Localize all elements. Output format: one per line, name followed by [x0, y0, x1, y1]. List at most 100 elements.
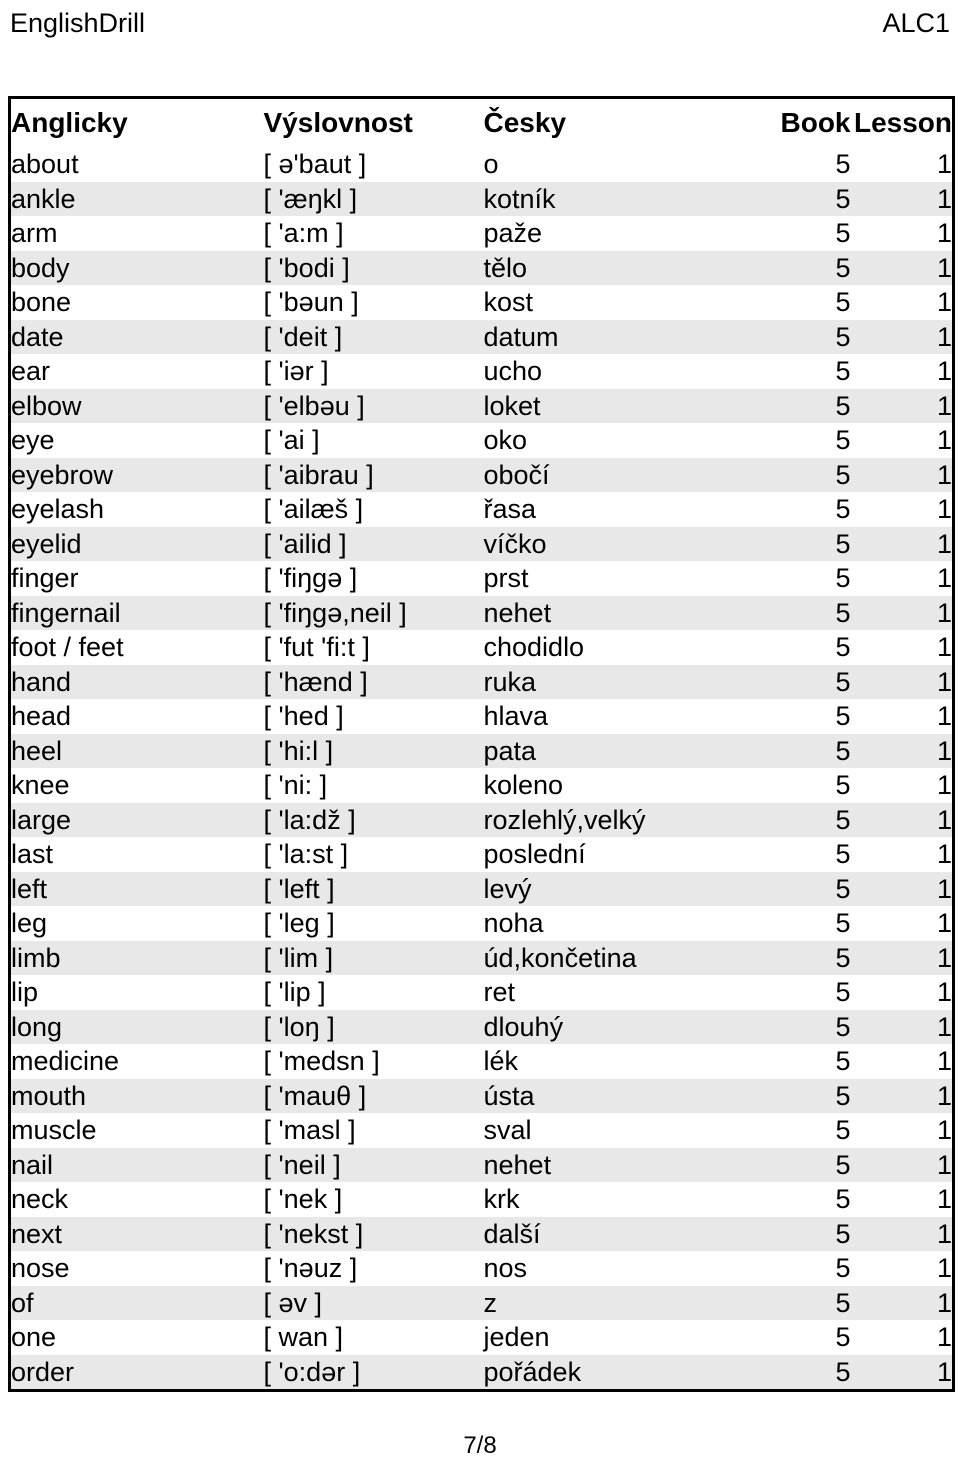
cell-english: mouth — [9, 1078, 264, 1113]
cell-pronunciation: [ 'ni: ] — [263, 768, 484, 803]
cell-czech: jeden — [483, 1320, 756, 1355]
table-row: ear[ 'iər ] ucho 5 1 — [9, 354, 954, 389]
cell-book: 5 — [755, 147, 851, 182]
table-header-row: Anglicky Výslovnost Česky Book Lesson — [9, 97, 954, 147]
cell-english: ankle — [9, 181, 264, 216]
cell-book: 5 — [755, 285, 851, 320]
cell-pronunciation: [ 'aibrau ] — [263, 457, 484, 492]
cell-pronunciation: [ 'deit ] — [263, 319, 484, 354]
cell-czech: chodidlo — [483, 630, 756, 665]
cell-czech: ucho — [483, 354, 756, 389]
cell-pronunciation: [ 'nəuz ] — [263, 1251, 484, 1286]
cell-english: last — [9, 837, 264, 872]
cell-czech: prst — [483, 561, 756, 596]
table-row: eyelid[ 'ailid ] víčko 5 1 — [9, 526, 954, 561]
cell-pronunciation: [ 'fut 'fi:t ] — [263, 630, 484, 665]
cell-pronunciation: [ 'la:dž ] — [263, 802, 484, 837]
table-row: nose[ 'nəuz ] nos 5 1 — [9, 1251, 954, 1286]
cell-pronunciation: [ wan ] — [263, 1320, 484, 1355]
cell-czech: koleno — [483, 768, 756, 803]
cell-pronunciation: [ 'ailæš ] — [263, 492, 484, 527]
page-indicator: 7/8 — [463, 1432, 497, 1459]
cell-pronunciation: [ 'neil ] — [263, 1147, 484, 1182]
cell-book: 5 — [755, 906, 851, 941]
cell-book: 5 — [755, 1009, 851, 1044]
column-header-pronunciation: Výslovnost — [263, 97, 484, 147]
cell-pronunciation: [ 'a:m ] — [263, 216, 484, 251]
cell-english: ear — [9, 354, 264, 389]
cell-lesson: 1 — [850, 871, 954, 906]
cell-book: 5 — [755, 1285, 851, 1320]
table-row: elbow[ 'elbəu ] loket 5 1 — [9, 388, 954, 423]
table-row: ankle[ 'æŋkl ] kotník 5 1 — [9, 181, 954, 216]
cell-pronunciation: [ 'elbəu ] — [263, 388, 484, 423]
cell-book: 5 — [755, 1320, 851, 1355]
cell-book: 5 — [755, 768, 851, 803]
cell-czech: ruka — [483, 664, 756, 699]
cell-lesson: 1 — [850, 1113, 954, 1148]
cell-lesson: 1 — [850, 940, 954, 975]
cell-lesson: 1 — [850, 630, 954, 665]
table-row: arm[ 'a:m ] paže 5 1 — [9, 216, 954, 251]
cell-czech: pata — [483, 733, 756, 768]
cell-lesson: 1 — [850, 1216, 954, 1251]
cell-pronunciation: [ 'nek ] — [263, 1182, 484, 1217]
cell-english: nail — [9, 1147, 264, 1182]
cell-lesson: 1 — [850, 975, 954, 1010]
table-row: large[ 'la:dž ] rozlehlý,velký 5 1 — [9, 802, 954, 837]
cell-pronunciation: [ 'bodi ] — [263, 250, 484, 285]
cell-english: left — [9, 871, 264, 906]
cell-english: eyelash — [9, 492, 264, 527]
cell-czech: levý — [483, 871, 756, 906]
cell-czech: oko — [483, 423, 756, 458]
cell-book: 5 — [755, 319, 851, 354]
cell-english: foot / feet — [9, 630, 264, 665]
column-header-book: Book — [755, 97, 851, 147]
table-row: left[ 'left ] levý 5 1 — [9, 871, 954, 906]
column-header-lesson: Lesson — [850, 97, 954, 147]
cell-book: 5 — [755, 699, 851, 734]
cell-english: eyelid — [9, 526, 264, 561]
cell-lesson: 1 — [850, 250, 954, 285]
cell-book: 5 — [755, 1182, 851, 1217]
cell-lesson: 1 — [850, 768, 954, 803]
cell-english: order — [9, 1354, 264, 1391]
page-footer: 7/8 — [0, 1432, 960, 1460]
cell-pronunciation: [ 'hi:l ] — [263, 733, 484, 768]
table-row: of[ əv ] z 5 1 — [9, 1285, 954, 1320]
cell-pronunciation: [ 'lim ] — [263, 940, 484, 975]
cell-book: 5 — [755, 733, 851, 768]
cell-english: of — [9, 1285, 264, 1320]
cell-english: one — [9, 1320, 264, 1355]
cell-pronunciation: [ 'æŋkl ] — [263, 181, 484, 216]
table-row: head[ 'hed ] hlava 5 1 — [9, 699, 954, 734]
cell-pronunciation: [ 'iər ] — [263, 354, 484, 389]
table-body: about[ ə'baut ] o 5 1 ankle[ 'æŋkl ] kotník 5 1… — [9, 147, 954, 1391]
cell-english: lip — [9, 975, 264, 1010]
cell-czech: paže — [483, 216, 756, 251]
cell-czech: lék — [483, 1044, 756, 1079]
cell-pronunciation: [ 'loŋ ] — [263, 1009, 484, 1044]
cell-pronunciation: [ 'masl ] — [263, 1113, 484, 1148]
cell-czech: o — [483, 147, 756, 182]
cell-english: head — [9, 699, 264, 734]
cell-czech: pořádek — [483, 1354, 756, 1391]
cell-book: 5 — [755, 802, 851, 837]
cell-lesson: 1 — [850, 1182, 954, 1217]
cell-czech: tělo — [483, 250, 756, 285]
page-header: EnglishDrill ALC1 — [0, 0, 960, 46]
cell-book: 5 — [755, 837, 851, 872]
table-row: heel[ 'hi:l ] pata 5 1 — [9, 733, 954, 768]
cell-english: heel — [9, 733, 264, 768]
table-row: eyelash[ 'ailæš ] řasa 5 1 — [9, 492, 954, 527]
cell-english: limb — [9, 940, 264, 975]
cell-book: 5 — [755, 250, 851, 285]
cell-book: 5 — [755, 181, 851, 216]
table-row: hand[ 'hænd ] ruka 5 1 — [9, 664, 954, 699]
cell-lesson: 1 — [850, 906, 954, 941]
cell-book: 5 — [755, 975, 851, 1010]
cell-czech: víčko — [483, 526, 756, 561]
cell-pronunciation: [ 'o:dər ] — [263, 1354, 484, 1391]
cell-book: 5 — [755, 1216, 851, 1251]
table-row: long[ 'loŋ ] dlouhý 5 1 — [9, 1009, 954, 1044]
